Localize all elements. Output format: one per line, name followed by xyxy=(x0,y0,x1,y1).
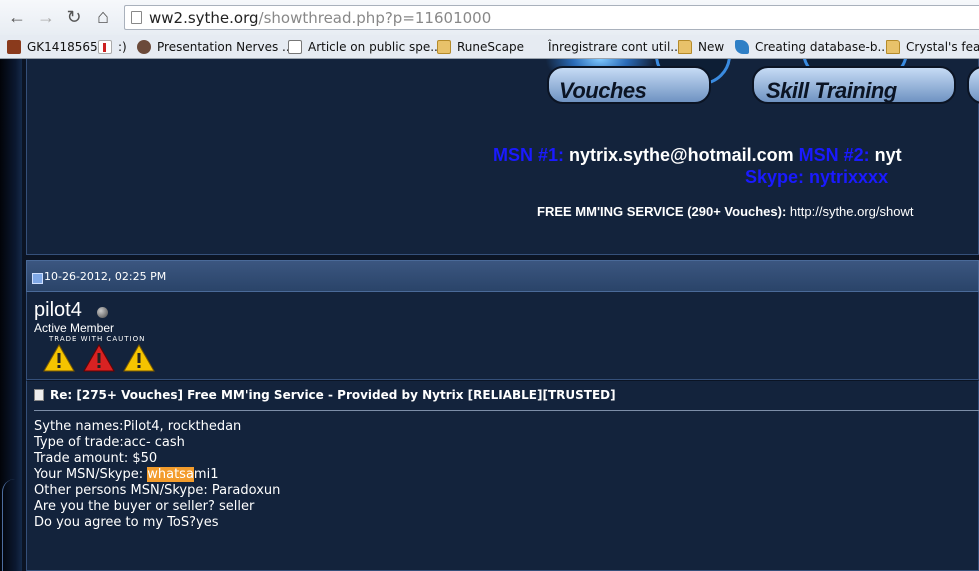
post-header: 10-26-2012, 02:25 PM xyxy=(26,260,979,292)
body-line: Are you the buyer or seller? seller xyxy=(34,499,255,514)
body-line: Do you agree to my ToS?yes xyxy=(34,515,219,530)
body-line: Sythe names:Pilot4, rockthedan xyxy=(34,419,242,434)
folder-icon xyxy=(437,40,451,54)
favicon-icon xyxy=(98,40,112,54)
warning-icon xyxy=(43,344,75,372)
caution-label: TRADE WITH CAUTION xyxy=(49,335,146,343)
banner-button-vouches[interactable]: Vouches xyxy=(547,66,711,104)
document-icon xyxy=(34,389,44,401)
body-line: Other persons MSN/Skype: Paradoxun xyxy=(34,483,281,498)
free-mm-link[interactable]: http://sythe.org/showt xyxy=(786,204,914,219)
bookmark-item[interactable]: :) xyxy=(98,38,127,56)
bookmark-item[interactable]: GK1418565 xyxy=(7,38,98,56)
body-line: Your MSN/Skype: whatsami1 xyxy=(34,467,219,482)
post-icon xyxy=(32,273,43,284)
page-icon xyxy=(288,40,302,54)
favicon-icon xyxy=(137,40,151,54)
address-bar[interactable]: ww2.sythe.org/showthread.php?p=11601000 xyxy=(124,5,979,30)
back-arrow-icon[interactable]: ← xyxy=(6,6,28,28)
bookmark-item[interactable]: Article on public spe... xyxy=(288,38,442,56)
home-icon[interactable]: ⌂ xyxy=(92,6,114,28)
favicon-icon xyxy=(7,40,21,54)
folder-icon xyxy=(886,40,900,54)
bookmark-item[interactable]: Creating database-b... xyxy=(735,38,889,56)
folder-icon xyxy=(678,40,692,54)
post-title: Re: [275+ Vouches] Free MM'ing Service -… xyxy=(34,388,616,402)
free-mm-line: FREE MM'ING SERVICE (290+ Vouches): http… xyxy=(537,204,914,219)
user-info: pilot4 Active Member TRADE WITH CAUTION xyxy=(26,292,979,380)
warning-icon xyxy=(83,344,115,372)
body-line: Type of trade:acc- cash xyxy=(34,435,185,450)
banner-button-skill-training[interactable]: Skill Training xyxy=(752,66,956,104)
bookmark-folder[interactable]: New xyxy=(678,38,724,56)
url-text: ww2.sythe.org/showthread.php?p=11601000 xyxy=(149,9,492,27)
offline-status-icon xyxy=(97,307,108,318)
banner-button-partial[interactable]: P xyxy=(967,66,979,104)
bookmark-item[interactable]: RuneScape xyxy=(437,38,524,56)
left-decoration xyxy=(0,59,22,571)
skype-line: Skype: nytrixxxx xyxy=(745,167,889,187)
reload-icon[interactable]: ↻ xyxy=(63,6,85,28)
username-link[interactable]: pilot4 xyxy=(34,299,82,322)
page-icon xyxy=(131,11,142,24)
post-date: 10-26-2012, 02:25 PM xyxy=(44,270,167,283)
user-title: Active Member xyxy=(34,321,115,335)
leaf-icon xyxy=(735,40,749,54)
signature-banner: Vouches Skill Training P xyxy=(517,59,979,105)
signature-box: Vouches Skill Training P MSN #1: nytrix.… xyxy=(26,59,979,255)
bookmarks-bar: GK1418565 :) Presentation Nerves ... Art… xyxy=(0,35,979,59)
body-line: Trade amount: $50 xyxy=(34,451,158,466)
post-message: Re: [275+ Vouches] Free MM'ing Service -… xyxy=(26,380,979,571)
forward-arrow-icon[interactable]: → xyxy=(35,6,57,28)
bookmark-item[interactable]: Presentation Nerves ... xyxy=(137,38,293,56)
selected-text[interactable]: whatsa xyxy=(147,467,194,482)
browser-toolbar: ← → ↻ ⌂ ww2.sythe.org/showthread.php?p=1… xyxy=(0,0,979,35)
title-rule xyxy=(34,410,979,411)
bookmark-item[interactable]: Înregistrare cont util... xyxy=(548,38,682,56)
warning-icon xyxy=(123,344,155,372)
bookmark-folder[interactable]: Crystal's fears xyxy=(886,38,979,56)
post-body: Sythe names:Pilot4, rockthedan Type of t… xyxy=(34,419,280,531)
msn-line: MSN #1: nytrix.sythe@hotmail.com MSN #2:… xyxy=(493,145,902,165)
page-content: Vouches Skill Training P MSN #1: nytrix.… xyxy=(0,59,979,571)
